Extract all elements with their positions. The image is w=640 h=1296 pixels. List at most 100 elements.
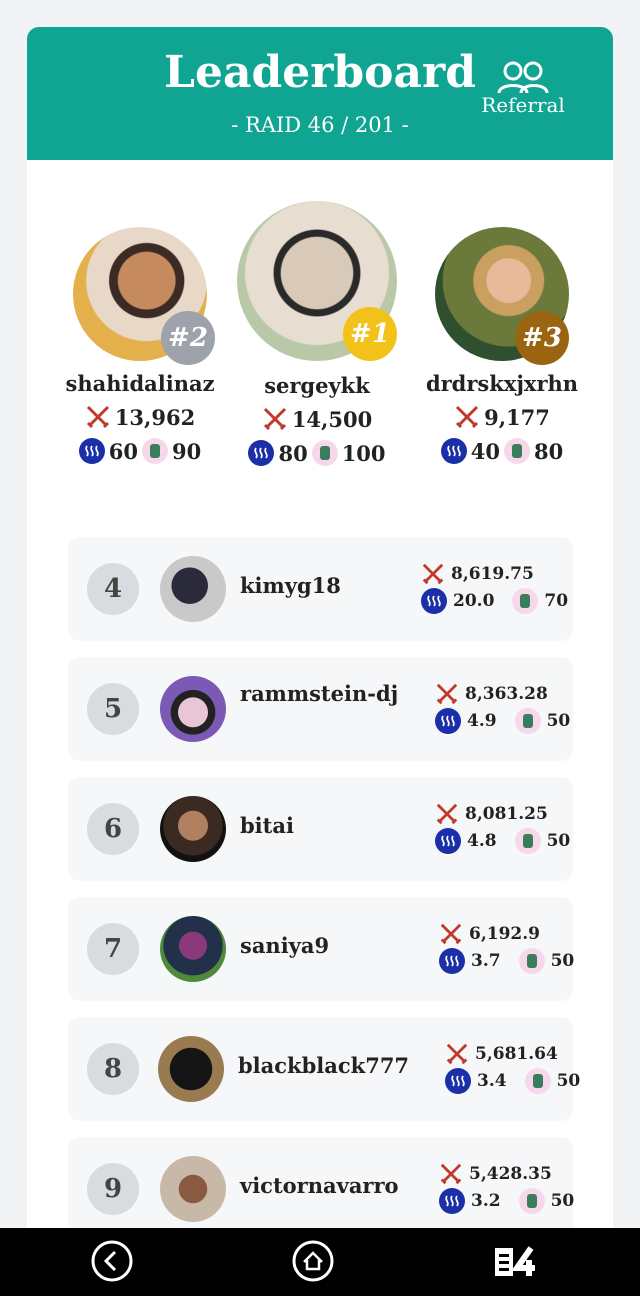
damage-stat: 13,962 [60,404,220,430]
avatar: #1 [237,201,397,361]
podium-third[interactable]: #3 drdrskxjxrhn 9,177 40 80 [417,227,587,464]
cards-value: 50 [550,1191,575,1211]
card-reward-icon [514,828,541,854]
reward-stat: 60 90 [60,438,220,464]
cards-value: 50 [550,951,575,971]
damage-stat: 9,177 [417,404,587,430]
leaderboard-row[interactable]: 7 saniya9 6,192.9 3.7 50 [68,897,574,1001]
podium-first[interactable]: #1 sergeykk 14,500 80 100 [231,201,403,466]
crossed-swords-icon [446,1043,468,1065]
card-reward-icon [311,440,338,466]
rank-number: 7 [87,923,139,975]
leaderboard-card: Leaderboard - RAID 46 / 201 - Referral #… [27,27,613,1247]
card-reward-icon [514,708,541,734]
leaderboard-row[interactable]: 4 kimyg18 8,619.75 20.0 70 [68,537,573,641]
podium-name: drdrskxjxrhn [425,371,579,396]
steem-value: 80 [278,440,308,466]
steem-token-icon [439,1188,465,1214]
cards-value: 70 [544,591,569,611]
podium-second[interactable]: #2 shahidalinaz 13,962 60 90 [60,227,220,464]
cards-value: 50 [546,711,571,731]
player-stats: 6,192.9 3.7 50 [439,921,574,975]
damage-value: 5,428.35 [469,1164,552,1184]
app-logo-button[interactable] [493,1240,549,1282]
leaderboard-row[interactable]: 6 bitai 8,081.25 4.8 50 [68,777,573,881]
cards-value: 90 [172,438,202,464]
cards-value: 50 [556,1071,581,1091]
crossed-swords-icon [86,405,109,429]
player-name: kimyg18 [240,573,341,598]
player-stats: 5,428.35 3.2 50 [439,1161,574,1215]
card-reward-icon [524,1068,551,1094]
rank-badge: #2 [161,311,215,365]
leaderboard-row[interactable]: 8 blackblack777 5,681.64 3.4 50 [68,1017,580,1121]
cards-value: 80 [534,438,564,464]
player-stats: 8,619.75 20.0 70 [421,561,568,615]
avatar [158,1036,224,1102]
referral-button[interactable]: Referral [473,61,573,117]
avatar [160,676,226,742]
player-name: rammstein-dj [240,681,399,706]
cards-value: 100 [341,440,386,466]
player-stats: 5,681.64 3.4 50 [445,1041,580,1095]
leaderboard-row[interactable]: 5 rammstein-dj 8,363.28 4.9 50 [68,657,573,761]
steem-value: 4.9 [467,711,497,731]
leaderboard-row[interactable]: 9 victornavarro 5,428.35 3.2 50 [68,1137,574,1241]
bottom-navigation-bar [0,1228,640,1296]
crossed-swords-icon [440,923,462,945]
steem-token-icon [440,438,467,464]
crossed-swords-icon [263,407,286,431]
player-stats: 8,363.28 4.9 50 [435,681,570,735]
podium-name: sergeykk [264,373,370,398]
player-name: blackblack777 [238,1053,410,1078]
rank-badge: #3 [515,311,569,365]
steem-value: 60 [108,438,138,464]
steem-value: 4.8 [467,831,497,851]
crossed-swords-icon [422,563,444,585]
steem-token-icon [435,828,461,854]
rank-number: 6 [87,803,139,855]
damage-value: 14,500 [291,406,373,432]
steem-token-icon [78,438,105,464]
steem-value: 40 [470,438,500,464]
rank-number: 5 [87,683,139,735]
steem-token-icon [439,948,465,974]
steem-token-icon [435,708,461,734]
reward-stat: 80 100 [231,440,403,466]
avatar [160,796,226,862]
steem-token-icon [421,588,447,614]
steem-token-icon [445,1068,471,1094]
steem-value: 3.4 [477,1071,507,1091]
damage-value: 13,962 [114,404,196,430]
player-name: saniya9 [240,933,330,958]
back-button[interactable] [91,1240,133,1282]
damage-value: 8,363.28 [465,684,548,704]
rank-number: 4 [87,563,139,615]
damage-value: 6,192.9 [469,924,540,944]
card-reward-icon [512,588,539,614]
damage-stat: 14,500 [231,406,403,432]
referral-label: Referral [481,93,565,117]
avatar [160,556,226,622]
reward-stat: 40 80 [417,438,587,464]
player-stats: 8,081.25 4.8 50 [435,801,570,855]
home-button[interactable] [292,1240,334,1282]
damage-value: 8,619.75 [451,564,534,584]
rank-badge: #1 [343,307,397,361]
steem-value: 3.2 [471,1191,501,1211]
avatar: #2 [73,227,215,365]
crossed-swords-icon [436,683,458,705]
home-icon [292,1240,334,1282]
card-reward-icon [142,438,168,464]
crossed-swords-icon [440,1163,462,1185]
rank-number: 9 [87,1163,139,1215]
crossed-swords-icon [456,405,479,429]
player-name: victornavarro [240,1173,399,1198]
app-logo-icon [495,1246,535,1276]
steem-value: 20.0 [453,591,495,611]
rank-number: 8 [87,1043,139,1095]
avatar: #3 [435,227,569,365]
damage-value: 8,081.25 [465,804,548,824]
podium-name: shahidalinaz [65,371,215,396]
avatar [160,1156,226,1222]
